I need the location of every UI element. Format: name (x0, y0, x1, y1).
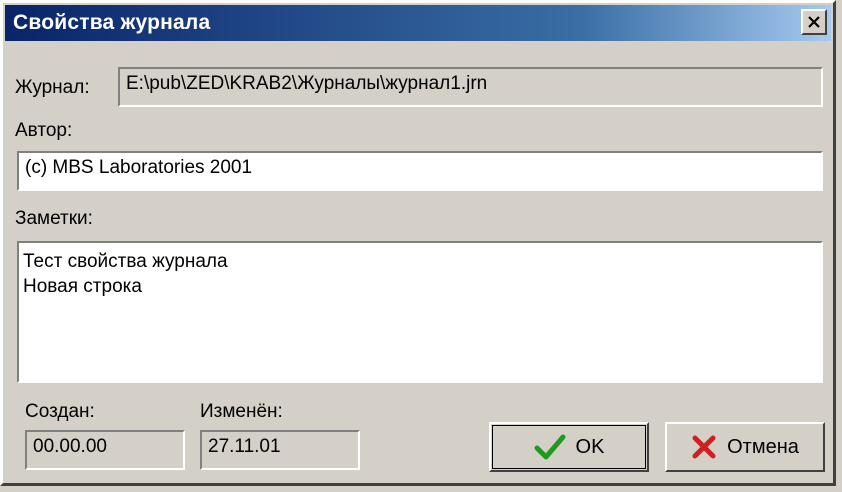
close-icon (808, 16, 820, 28)
window-title: Свойства журнала (13, 11, 211, 34)
ok-button[interactable]: OK (489, 422, 649, 472)
ok-label: OK (575, 435, 605, 458)
cross-icon (692, 435, 716, 459)
notes-textarea[interactable]: Тест свойства журнала Новая строка (17, 241, 823, 383)
close-button[interactable] (801, 9, 827, 35)
created-label: Создан: (25, 401, 95, 422)
notes-line: Тест свойства журнала (23, 251, 228, 272)
dialog-window: Свойства журнала Журнал: E:\pub\ZED\KRAB… (0, 0, 836, 486)
notes-label: Заметки: (15, 208, 93, 229)
author-label: Автор: (15, 120, 73, 141)
created-field[interactable]: 00.00.00 (25, 430, 185, 470)
journal-label: Журнал: (15, 77, 90, 98)
modified-field[interactable]: 27.11.01 (200, 430, 360, 470)
cancel-label: Отмена (727, 435, 799, 458)
notes-line: Новая строка (23, 276, 142, 297)
checkmark-icon (534, 434, 566, 460)
title-bar[interactable]: Свойства журнала (5, 5, 831, 41)
cancel-button[interactable]: Отмена (665, 422, 825, 472)
journal-path-field[interactable]: E:\pub\ZED\KRAB2\Журналы\журнал1.jrn (118, 67, 823, 107)
modified-label: Изменён: (200, 401, 283, 422)
author-input[interactable]: (c) MBS Laboratories 2001 (17, 151, 823, 191)
